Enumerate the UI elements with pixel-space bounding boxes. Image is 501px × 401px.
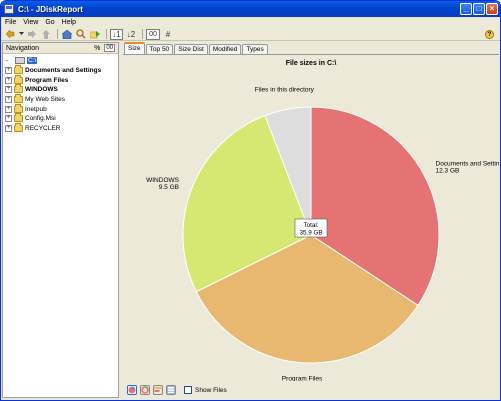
folder-icon xyxy=(14,123,23,133)
pie-slice-label: Documents and Settings xyxy=(436,161,499,168)
show-files-label: Show Files xyxy=(195,386,227,394)
count-button[interactable]: # xyxy=(162,29,174,40)
toolbar-separator xyxy=(106,29,107,39)
tree-item-label: Config.Msi xyxy=(25,115,56,123)
pie-slice-label: WINDOWS xyxy=(146,177,180,184)
digits-toggle[interactable]: 00 xyxy=(104,44,115,52)
window-controls: _ □ × xyxy=(460,3,498,15)
help-icon[interactable]: ? xyxy=(485,30,494,39)
ring-chart-icon[interactable] xyxy=(140,385,150,395)
tree-item-label: Inetpub xyxy=(25,105,47,113)
tree-expand-icon[interactable]: + xyxy=(5,125,12,133)
total-label: Total: xyxy=(303,222,318,229)
chart-title: File sizes in C:\ xyxy=(286,60,337,67)
search-icon[interactable] xyxy=(75,29,87,40)
tree-expand-icon[interactable]: + xyxy=(5,105,12,113)
home-icon[interactable] xyxy=(61,29,73,40)
percent-toggle[interactable]: % xyxy=(94,45,100,52)
forward-arrow-icon[interactable] xyxy=(26,29,38,40)
tree-expand-icon[interactable]: + xyxy=(5,76,12,84)
menu-help[interactable]: Help xyxy=(62,19,76,26)
pie-slice-label: Program Files xyxy=(282,376,323,381)
tree-item-label: My Web Sites xyxy=(25,96,65,104)
tree-item[interactable]: + RECYCLER xyxy=(3,123,118,134)
dropdown-arrow-icon[interactable] xyxy=(18,29,24,40)
folder-icon xyxy=(14,103,23,113)
chart-area: File sizes in C:\ Documents and Settings… xyxy=(123,54,500,390)
total-value: 35.9 GB xyxy=(299,230,322,237)
up-arrow-icon[interactable] xyxy=(40,29,52,40)
tree-item-label: Documents and Settings xyxy=(25,67,102,75)
back-arrow-icon[interactable] xyxy=(4,29,16,40)
digits-button[interactable]: 00 xyxy=(146,28,160,40)
table-icon[interactable] xyxy=(166,385,176,395)
tree-expand-icon[interactable]: + xyxy=(5,115,12,123)
pie-chart: File sizes in C:\ Documents and Settings… xyxy=(146,60,500,390)
refresh-icon[interactable] xyxy=(89,29,101,40)
tree-root-label: C:\ xyxy=(27,57,38,65)
window-title: C:\ - JDiskReport xyxy=(18,4,83,14)
drive-icon xyxy=(15,57,25,65)
pie-slice-value-label: 12.3 GB xyxy=(436,168,460,175)
view-tabs: Size Top 50 Size Dist Modified Types xyxy=(123,42,499,54)
navigation-panel: Navigation % 00 – C:\ + Documents and Set… xyxy=(2,42,119,398)
toolbar-separator xyxy=(142,29,143,39)
folder-icon xyxy=(14,74,23,84)
folder-icon xyxy=(14,65,23,75)
toolbar: ↓1 ↓2 00 # xyxy=(1,28,500,41)
sort-descending-button[interactable]: ↓1 xyxy=(110,28,123,40)
app-icon xyxy=(4,4,14,14)
toolbar-separator xyxy=(57,29,58,39)
minimize-button[interactable]: _ xyxy=(460,3,472,15)
show-files-checkbox[interactable] xyxy=(184,386,192,394)
tree-collapse-icon[interactable]: – xyxy=(5,58,14,64)
bar-chart-icon[interactable] xyxy=(153,385,163,395)
tab-types[interactable]: Types xyxy=(242,44,268,54)
tree-item-label: WINDOWS xyxy=(25,86,58,94)
menu-go[interactable]: Go xyxy=(45,19,54,26)
maximize-button[interactable]: □ xyxy=(473,3,485,15)
navigation-title: Navigation xyxy=(6,44,40,52)
menu-file[interactable]: File xyxy=(5,19,16,26)
main-panel: Size Top 50 Size Dist Modified Types Fil… xyxy=(123,42,500,398)
folder-tree: – C:\ + Documents and Settings + Program Fi… xyxy=(3,54,118,134)
tree-expand-icon[interactable]: + xyxy=(5,67,12,75)
tab-size[interactable]: Size xyxy=(124,42,145,54)
app-window: C:\ - JDiskReport _ □ × File View Go Hel… xyxy=(0,0,501,401)
chart-options-bar: Show Files xyxy=(123,382,499,398)
folder-icon xyxy=(14,84,23,94)
close-button[interactable]: × xyxy=(486,3,498,15)
menu-bar: File View Go Help xyxy=(1,17,500,27)
pie-slice-label: Files in this directory xyxy=(255,86,315,93)
tree-item-label: Program Files xyxy=(25,76,69,84)
pie-slice-value-label: 9.5 GB xyxy=(159,184,179,191)
folder-icon xyxy=(14,113,23,123)
tab-top-50[interactable]: Top 50 xyxy=(145,44,174,54)
tab-modified[interactable]: Modified xyxy=(208,44,242,54)
menu-view[interactable]: View xyxy=(23,19,38,26)
tree-expand-icon[interactable]: + xyxy=(5,86,12,94)
pie-chart-icon[interactable] xyxy=(127,385,137,395)
navigation-header: Navigation % 00 xyxy=(3,43,118,54)
tree-expand-icon[interactable]: + xyxy=(5,96,12,104)
tree-item-label: RECYCLER xyxy=(25,125,61,133)
title-bar[interactable]: C:\ - JDiskReport _ □ × xyxy=(1,1,500,17)
folder-icon xyxy=(14,94,23,104)
tab-size-dist[interactable]: Size Dist xyxy=(174,44,208,54)
total-box: Total: 35.9 GB xyxy=(294,218,328,238)
sort-ascending-button[interactable]: ↓2 xyxy=(125,29,137,40)
